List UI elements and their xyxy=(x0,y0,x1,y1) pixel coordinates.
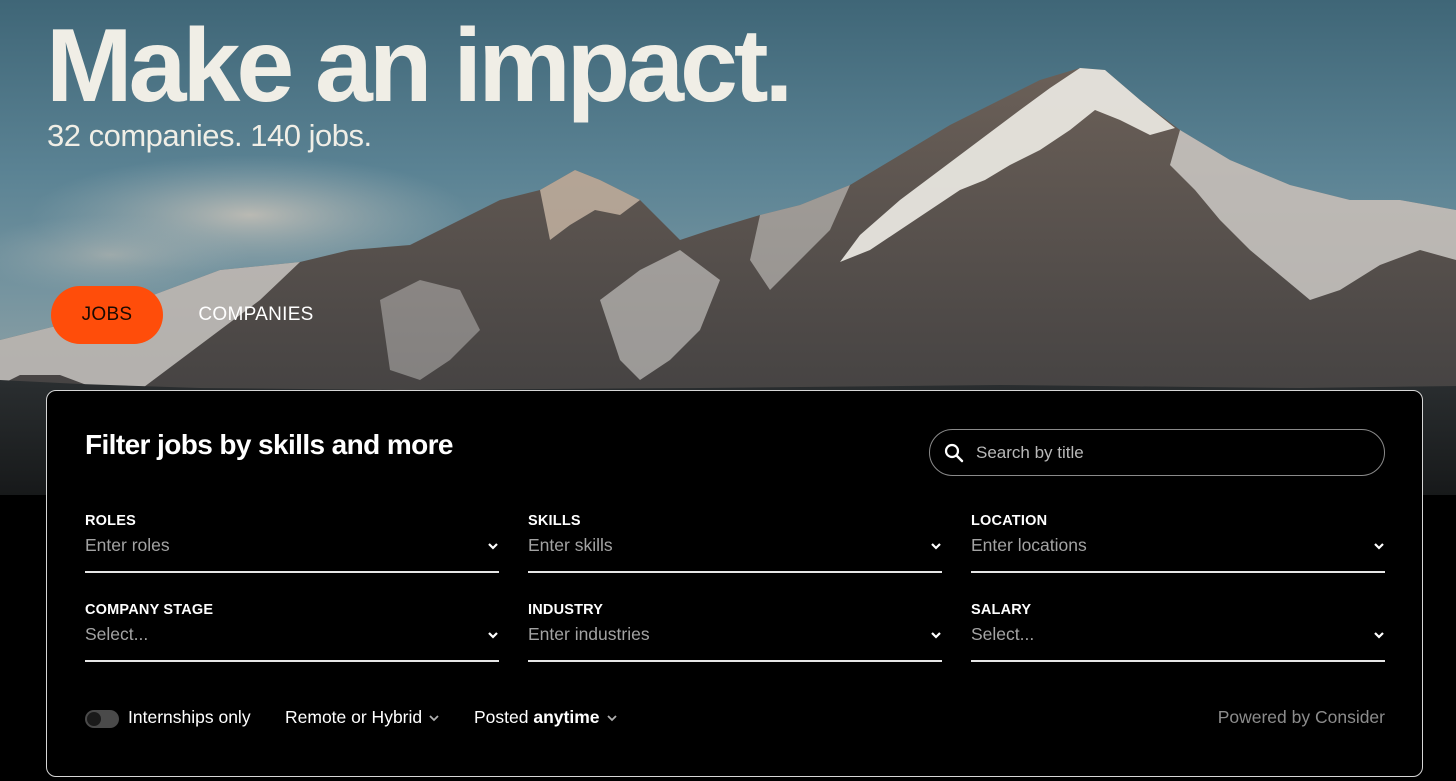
powered-by-text[interactable]: Powered by Consider xyxy=(1218,707,1385,728)
skills-label: SKILLS xyxy=(528,513,581,529)
salary-label: SALARY xyxy=(971,602,1032,618)
posted-prefix: Posted xyxy=(474,707,529,727)
posted-dropdown[interactable]: Posted anytime xyxy=(474,707,618,728)
salary-dropdown[interactable]: Select... xyxy=(971,622,1385,662)
chevron-down-icon xyxy=(429,715,439,722)
chevron-down-icon xyxy=(1374,543,1384,550)
internships-toggle[interactable] xyxy=(85,710,119,728)
posted-value: anytime xyxy=(533,707,600,727)
remote-hybrid-dropdown[interactable]: Remote or Hybrid xyxy=(285,707,440,728)
chevron-down-icon xyxy=(488,543,498,550)
chevron-down-icon xyxy=(606,715,617,722)
hero-title: Make an impact. xyxy=(46,8,793,124)
skills-placeholder: Enter skills xyxy=(528,535,613,555)
tab-companies[interactable]: COMPANIES xyxy=(186,286,326,344)
chevron-down-icon xyxy=(1374,632,1384,639)
roles-placeholder: Enter roles xyxy=(85,535,170,555)
industry-placeholder: Enter industries xyxy=(528,624,650,644)
internships-label[interactable]: Internships only xyxy=(128,707,251,728)
company-stage-placeholder: Select... xyxy=(85,624,149,644)
remote-hybrid-label: Remote or Hybrid xyxy=(285,707,423,727)
toggle-knob xyxy=(87,712,101,726)
search-input[interactable] xyxy=(974,441,1378,464)
industry-label: INDUSTRY xyxy=(528,602,604,618)
tab-jobs[interactable]: JOBS xyxy=(51,286,163,344)
roles-field: ROLES Enter roles xyxy=(85,513,499,575)
filter-panel: Filter jobs by skills and more ROLES Ent… xyxy=(46,390,1423,777)
location-placeholder: Enter locations xyxy=(971,535,1087,555)
search-box[interactable] xyxy=(929,429,1385,476)
roles-dropdown[interactable]: Enter roles xyxy=(85,533,499,573)
page: Make an impact. 32 companies. 140 jobs. … xyxy=(0,0,1456,781)
location-label: LOCATION xyxy=(971,513,1048,529)
salary-field: SALARY Select... xyxy=(971,602,1385,664)
chevron-down-icon xyxy=(931,543,941,550)
industry-dropdown[interactable]: Enter industries xyxy=(528,622,942,662)
company-stage-dropdown[interactable]: Select... xyxy=(85,622,499,662)
chevron-down-icon xyxy=(488,632,498,639)
roles-label: ROLES xyxy=(85,513,136,529)
hero-subtitle: 32 companies. 140 jobs. xyxy=(47,118,372,153)
chevron-down-icon xyxy=(931,632,941,639)
company-stage-field: COMPANY STAGE Select... xyxy=(85,602,499,664)
filter-heading: Filter jobs by skills and more xyxy=(85,429,453,460)
company-stage-label: COMPANY STAGE xyxy=(85,602,214,618)
location-dropdown[interactable]: Enter locations xyxy=(971,533,1385,573)
salary-placeholder: Select... xyxy=(971,624,1035,644)
industry-field: INDUSTRY Enter industries xyxy=(528,602,942,664)
search-icon xyxy=(944,443,964,462)
skills-field: SKILLS Enter skills xyxy=(528,513,942,575)
skills-dropdown[interactable]: Enter skills xyxy=(528,533,942,573)
location-field: LOCATION Enter locations xyxy=(971,513,1385,575)
filter-options-row: Internships only Remote or Hybrid Posted… xyxy=(85,703,1385,733)
